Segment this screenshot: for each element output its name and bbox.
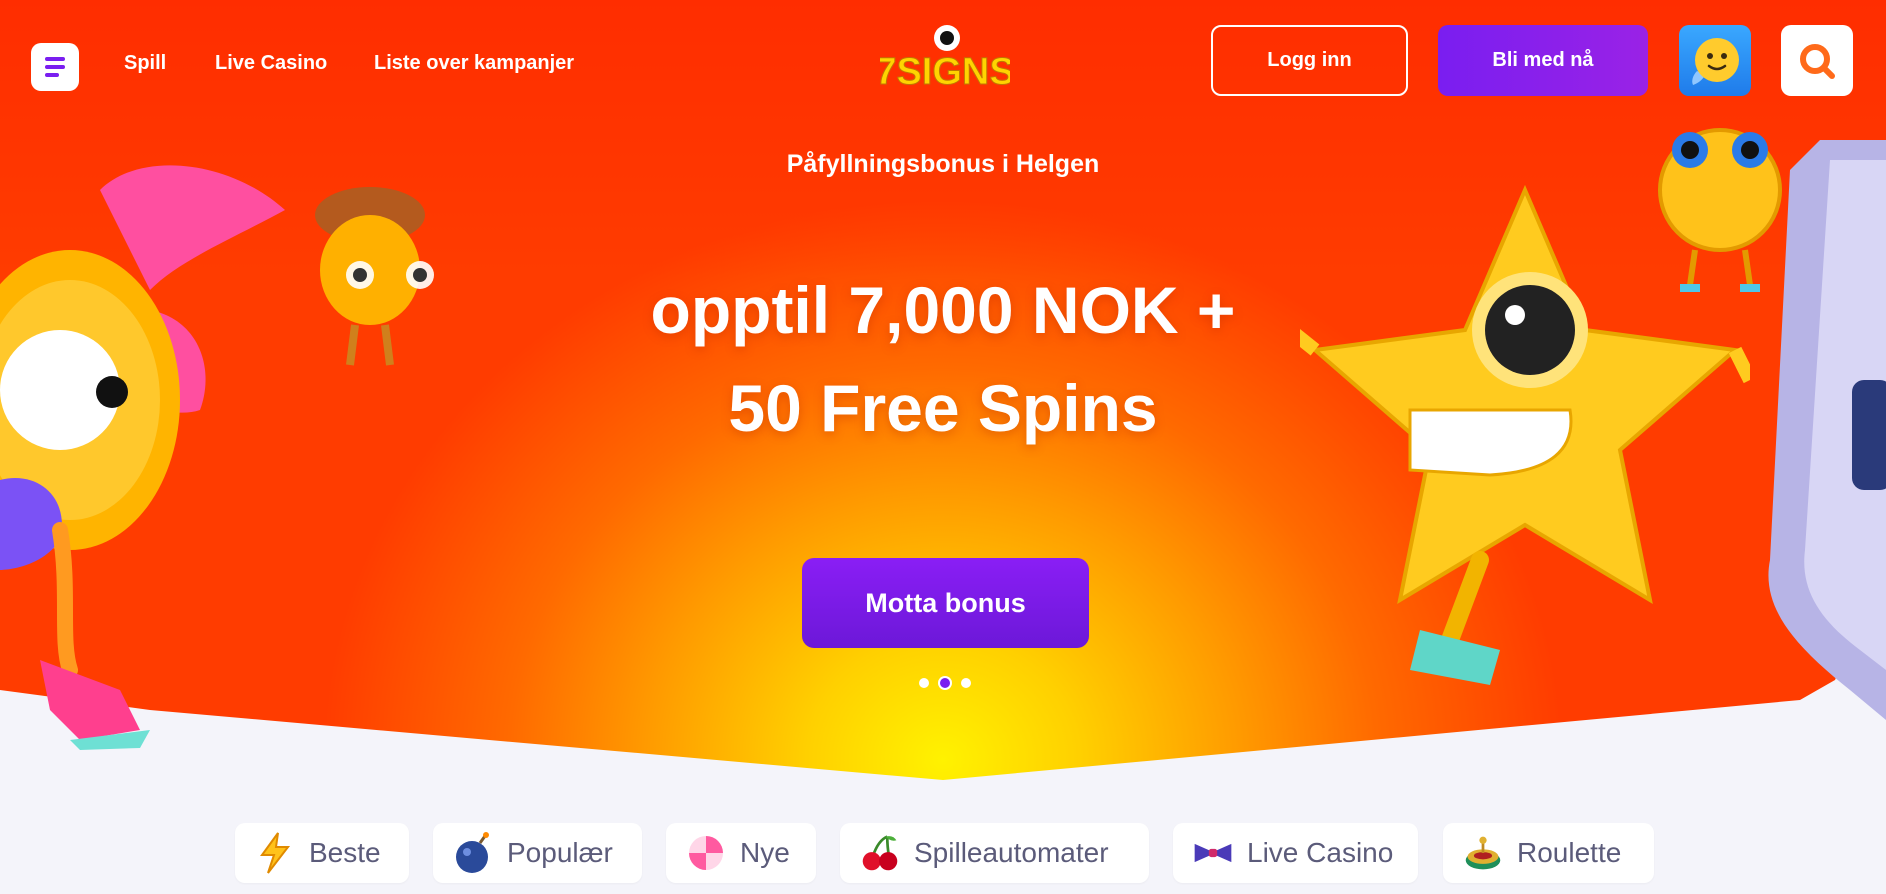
category-beste[interactable]: Beste [235,823,409,883]
category-label: Nye [740,837,790,868]
login-button[interactable]: Logg inn [1211,25,1408,96]
join-button[interactable]: Bli med nå [1438,25,1648,96]
promo-title-line1: opptil 7,000 NOK + [650,273,1236,347]
candy-icon [686,831,726,875]
category-roulette[interactable]: Roulette [1443,823,1654,883]
carousel-dots [919,678,971,688]
carousel-dot-2[interactable] [940,678,950,688]
chat-button[interactable] [1679,25,1751,96]
roulette-icon [1463,831,1503,875]
cherries-icon [860,831,900,875]
nav-link-live-casino[interactable]: Live Casino [215,52,327,75]
join-label: Bli med nå [1492,49,1594,71]
category-label: Spilleautomater [914,837,1109,868]
bowtie-icon [1193,831,1233,875]
chat-smiley-icon [1692,37,1739,85]
category-label: Populær [507,837,613,868]
carousel-dot-3[interactable] [961,678,971,688]
category-label: Live Casino [1247,837,1394,868]
search-icon [1800,43,1835,79]
category-label: Roulette [1517,837,1622,868]
claim-bonus-button[interactable]: Motta bonus [802,558,1089,648]
bomb-icon [453,831,493,875]
promo-subtitle: Påfyllningsbonus i Helgen [786,150,1100,178]
carousel-dot-1[interactable] [919,678,929,688]
promo-title-line2: 50 Free Spins [728,371,1158,445]
site-logo[interactable]: 7SIGNS [875,24,1015,100]
nav-link-kampanjer[interactable]: Liste over kampanjer [374,52,574,75]
category-populaer[interactable]: Populær [433,823,642,883]
menu-icon [45,57,65,77]
login-label: Logg inn [1267,49,1352,71]
fish-mascot-illustration [0,165,285,750]
logo-icon: 7SIGNS [875,25,1015,94]
category-live-casino[interactable]: Live Casino [1173,823,1418,883]
claim-bonus-label: Motta bonus [865,587,1026,618]
menu-button[interactable] [31,43,79,91]
nav-link-spill[interactable]: Spill [124,52,166,75]
logo-text: 7SIGNS [880,51,1010,93]
category-nye[interactable]: Nye [666,823,816,883]
category-spilleautomater[interactable]: Spilleautomater [840,823,1149,883]
lightning-icon [255,831,295,875]
search-button[interactable] [1781,25,1853,96]
category-label: Beste [309,837,381,868]
